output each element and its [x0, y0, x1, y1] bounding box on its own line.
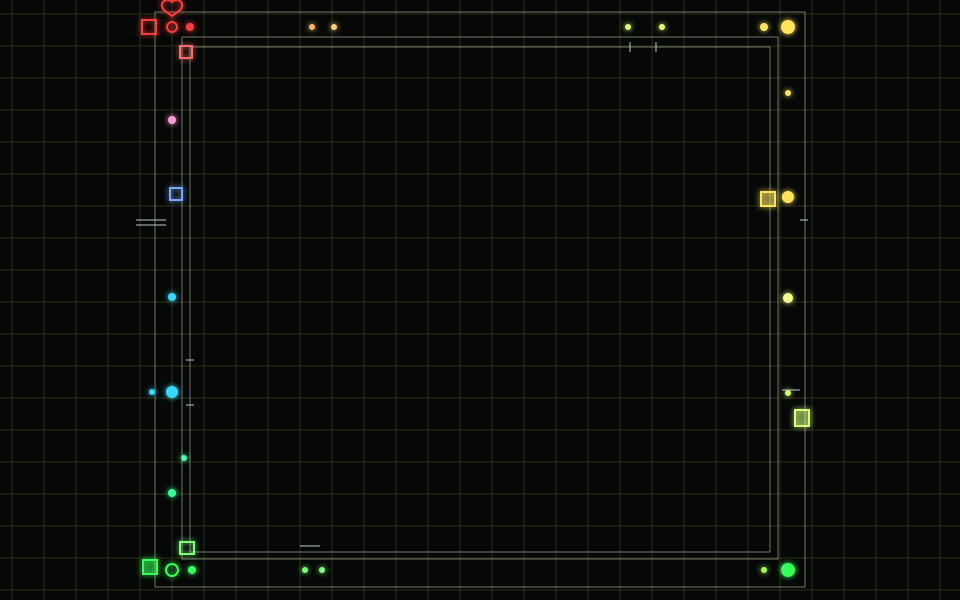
circle-node-icon [166, 386, 178, 398]
circle-node-icon [760, 23, 768, 31]
circle-node-icon [302, 567, 308, 573]
canvas [0, 0, 960, 600]
inner-frame [189, 46, 771, 553]
mid-frame [181, 36, 779, 560]
circle-node-icon [168, 293, 176, 301]
circle-node-icon [782, 191, 794, 203]
circle-node-icon [188, 566, 196, 574]
circle-node-icon [625, 24, 631, 30]
circle-node-icon [186, 23, 194, 31]
circle-node-icon [319, 567, 325, 573]
circle-node-icon [149, 389, 155, 395]
frame [170, 25, 790, 572]
circle-node-icon [331, 24, 337, 30]
square-node-icon [760, 191, 776, 207]
circle-node-icon [168, 116, 176, 124]
tick-markers [136, 42, 808, 547]
glow-frame-graphic [0, 0, 960, 600]
circle-node-icon [309, 24, 315, 30]
circle-node-icon [785, 390, 791, 396]
square-node-icon [794, 409, 810, 427]
circle-node-icon [659, 24, 665, 30]
circle-node-icon [781, 20, 795, 34]
corner-blocks [141, 19, 810, 575]
square-node-icon [142, 559, 158, 575]
circle-node-icon [761, 567, 767, 573]
circle-node-icon [181, 455, 187, 461]
background-grid [0, 0, 960, 600]
circle-node-icon [781, 563, 795, 577]
circle-node-icon [785, 90, 791, 96]
nodes [149, 0, 795, 577]
frame-thin-lines [154, 11, 806, 588]
circle-node-icon [168, 489, 176, 497]
square-node-icon [141, 19, 157, 35]
outer-thin-frame [154, 11, 806, 588]
circle-node-icon [783, 293, 793, 303]
